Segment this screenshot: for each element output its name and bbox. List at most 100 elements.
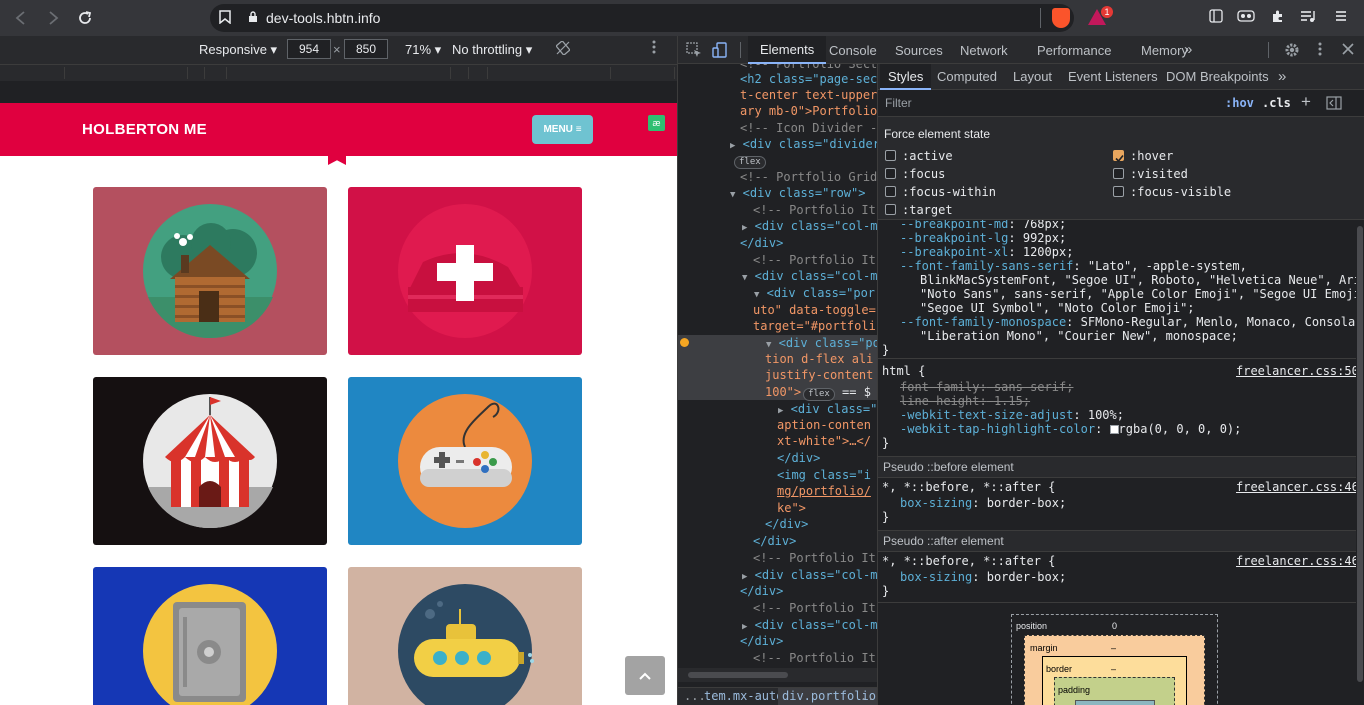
bookmark-icon[interactable] xyxy=(210,9,240,27)
pseudo-rule-selector[interactable]: *, *::before, *::after { xyxy=(882,480,1055,494)
dom-line[interactable]: aption-conten xyxy=(777,417,871,434)
target-state-label[interactable]: :target xyxy=(902,203,953,217)
focus-visible-checkbox[interactable] xyxy=(1113,186,1124,197)
dom-line[interactable]: ▶ <div class="col-m xyxy=(742,617,877,634)
collapse-arrow-icon[interactable]: ▼ xyxy=(730,190,735,200)
dom-line[interactable]: <!-- Portfolio It xyxy=(753,202,876,219)
dom-line[interactable]: </div> xyxy=(753,533,796,550)
dom-line[interactable]: justify-content xyxy=(765,367,873,384)
devtools-more-icon[interactable] xyxy=(1318,42,1322,59)
ruler-segment[interactable] xyxy=(611,67,675,79)
address-bar[interactable]: dev-tools.hbtn.info xyxy=(210,4,1074,32)
css-declaration[interactable]: -webkit-tap-highlight-color: rgba(0, 0, … xyxy=(900,422,1241,436)
focus-within-state-label[interactable]: :focus-within xyxy=(902,185,996,199)
css-value[interactable]: 992px; xyxy=(1023,231,1066,245)
css-value[interactable]: border-box; xyxy=(987,496,1066,510)
dom-line[interactable]: <!-- Portfolio It xyxy=(753,252,876,269)
css-declaration[interactable]: --breakpoint-lg: 992px; xyxy=(900,231,1066,245)
css-declaration[interactable]: --breakpoint-md: 768px; xyxy=(900,220,1066,231)
active-state-label[interactable]: :active xyxy=(902,149,953,163)
toggle-sidebar-icon[interactable] xyxy=(1326,96,1342,113)
css-value[interactable]: "Lato", -apple-system, xyxy=(1088,259,1247,273)
css-value[interactable]: sans-serif; xyxy=(994,380,1073,394)
forward-icon[interactable] xyxy=(37,2,69,34)
collapse-arrow-icon[interactable]: ▼ xyxy=(766,340,771,350)
site-brand[interactable]: HOLBERTON ME xyxy=(82,121,207,138)
css-declaration-overridden[interactable]: font-family: sans-serif; xyxy=(900,380,1073,394)
dom-line[interactable]: uto" data-toggle= xyxy=(753,302,876,319)
dom-line[interactable]: ▶ <div class="col-m xyxy=(742,567,877,584)
source-link[interactable]: freelancer.css:50 xyxy=(1236,364,1359,378)
device-more-icon[interactable] xyxy=(652,40,656,57)
throttling-select[interactable]: No throttling ▾ xyxy=(452,42,532,58)
tab-event-listeners[interactable]: Event Listeners xyxy=(1068,69,1158,84)
styles-scroll-thumb[interactable] xyxy=(1357,226,1363,682)
dom-hscrollbar[interactable] xyxy=(678,668,877,682)
portfolio-item-safe[interactable] xyxy=(93,567,327,705)
dom-line[interactable]: ke"> xyxy=(777,500,806,517)
css-value-continued[interactable]: "Segoe UI Symbol", "Noto Color Emoji"; xyxy=(920,301,1195,315)
expand-arrow-icon[interactable]: ▶ xyxy=(742,572,747,582)
css-prop[interactable]: --breakpoint-lg xyxy=(900,231,1008,245)
expand-arrow-icon[interactable]: ▶ xyxy=(742,622,747,632)
box-position-value[interactable]: 0 xyxy=(1112,619,1117,633)
css-prop[interactable]: line-height xyxy=(900,394,979,408)
expand-arrow-icon[interactable]: ▶ xyxy=(742,223,747,233)
extensions-icon[interactable] xyxy=(1268,8,1288,28)
dom-line[interactable]: mg/portfolio/ xyxy=(777,483,871,500)
hover-state-label[interactable]: :hover xyxy=(1130,149,1173,163)
dom-line[interactable]: <img class="i xyxy=(777,467,871,484)
css-value[interactable]: 1200px; xyxy=(1023,245,1074,259)
tab-sources[interactable]: Sources xyxy=(895,43,943,58)
tab-dom-breakpoints[interactable]: DOM Breakpoints xyxy=(1166,69,1269,84)
css-value-continued[interactable]: "Liberation Mono", "Courier New", monosp… xyxy=(920,329,1238,343)
tab-styles[interactable]: Styles xyxy=(880,64,932,90)
dom-line[interactable]: ▼ <div class="por xyxy=(754,285,875,302)
focus-visible-state-label[interactable]: :focus-visible xyxy=(1130,185,1231,199)
css-prop[interactable]: -webkit-text-size-adjust xyxy=(900,408,1073,422)
settings-gear-icon[interactable] xyxy=(1284,42,1300,61)
css-declaration[interactable]: -webkit-text-size-adjust: 100%; xyxy=(900,408,1124,422)
css-prop[interactable]: --breakpoint-xl xyxy=(900,245,1008,259)
source-link[interactable]: freelancer.css:46 xyxy=(1236,554,1359,568)
scroll-to-top-button[interactable] xyxy=(625,656,665,695)
css-declaration-overridden[interactable]: line-height: 1.15; xyxy=(900,394,1030,408)
expand-arrow-icon[interactable]: ▶ xyxy=(730,141,735,151)
css-prop[interactable]: box-sizing xyxy=(900,496,972,510)
focus-checkbox[interactable] xyxy=(885,168,896,179)
css-prop[interactable]: -webkit-tap-highlight-color xyxy=(900,422,1095,436)
expand-arrow-icon[interactable]: ▶ xyxy=(778,406,783,416)
sidebar-panel-icon[interactable] xyxy=(1206,8,1226,28)
elements-dom-tree[interactable]: <!-- Portfolio Sect <h2 class="page-sec … xyxy=(678,64,877,687)
ruler-segment[interactable] xyxy=(65,67,188,79)
box-border-value[interactable]: – xyxy=(1111,662,1116,676)
css-value[interactable]: 1.15; xyxy=(994,394,1030,408)
viewport-height-input[interactable]: 850 xyxy=(344,39,388,59)
dom-line[interactable]: target="#portfoli xyxy=(753,318,876,335)
css-declaration[interactable]: box-sizing: border-box; xyxy=(900,570,1066,584)
dom-line[interactable]: </div> xyxy=(740,583,783,600)
css-value-continued[interactable]: BlinkMacSystemFont, "Segoe UI", Roboto, … xyxy=(920,273,1364,287)
lock-icon[interactable] xyxy=(248,10,258,26)
back-icon[interactable] xyxy=(5,2,37,34)
dom-line-selected[interactable]: ▼ <div class="po xyxy=(766,335,877,352)
visited-checkbox[interactable] xyxy=(1113,168,1124,179)
dom-line[interactable]: <!-- Icon Divider - xyxy=(740,120,877,137)
dom-line[interactable]: <!-- Portfolio It xyxy=(753,550,876,567)
portfolio-item-submarine[interactable] xyxy=(348,567,582,705)
dom-line[interactable]: ▶ <div class="col-m xyxy=(742,218,877,235)
html-rule-selector[interactable]: html { xyxy=(882,364,925,378)
portfolio-item-cabin[interactable] xyxy=(93,187,327,355)
breadcrumb-more[interactable]: ... xyxy=(684,689,706,703)
menu-button[interactable]: MENU ≡ xyxy=(532,115,593,144)
dom-line[interactable]: ▶ <div class="divider xyxy=(730,136,877,153)
device-select[interactable]: Responsive ▾ xyxy=(199,42,277,58)
source-link[interactable]: freelancer.css:46 xyxy=(1236,480,1359,494)
new-style-rule-icon[interactable]: + xyxy=(1301,92,1311,112)
collapse-arrow-icon[interactable]: ▼ xyxy=(754,290,759,300)
hover-checkbox[interactable] xyxy=(1113,150,1124,163)
portfolio-item-game[interactable] xyxy=(348,377,582,545)
css-value[interactable]: rgba(0, 0, 0, 0); xyxy=(1119,422,1242,436)
styles-filter-input[interactable]: Filter xyxy=(885,96,912,110)
styles-scrollbar[interactable] xyxy=(1356,220,1364,705)
